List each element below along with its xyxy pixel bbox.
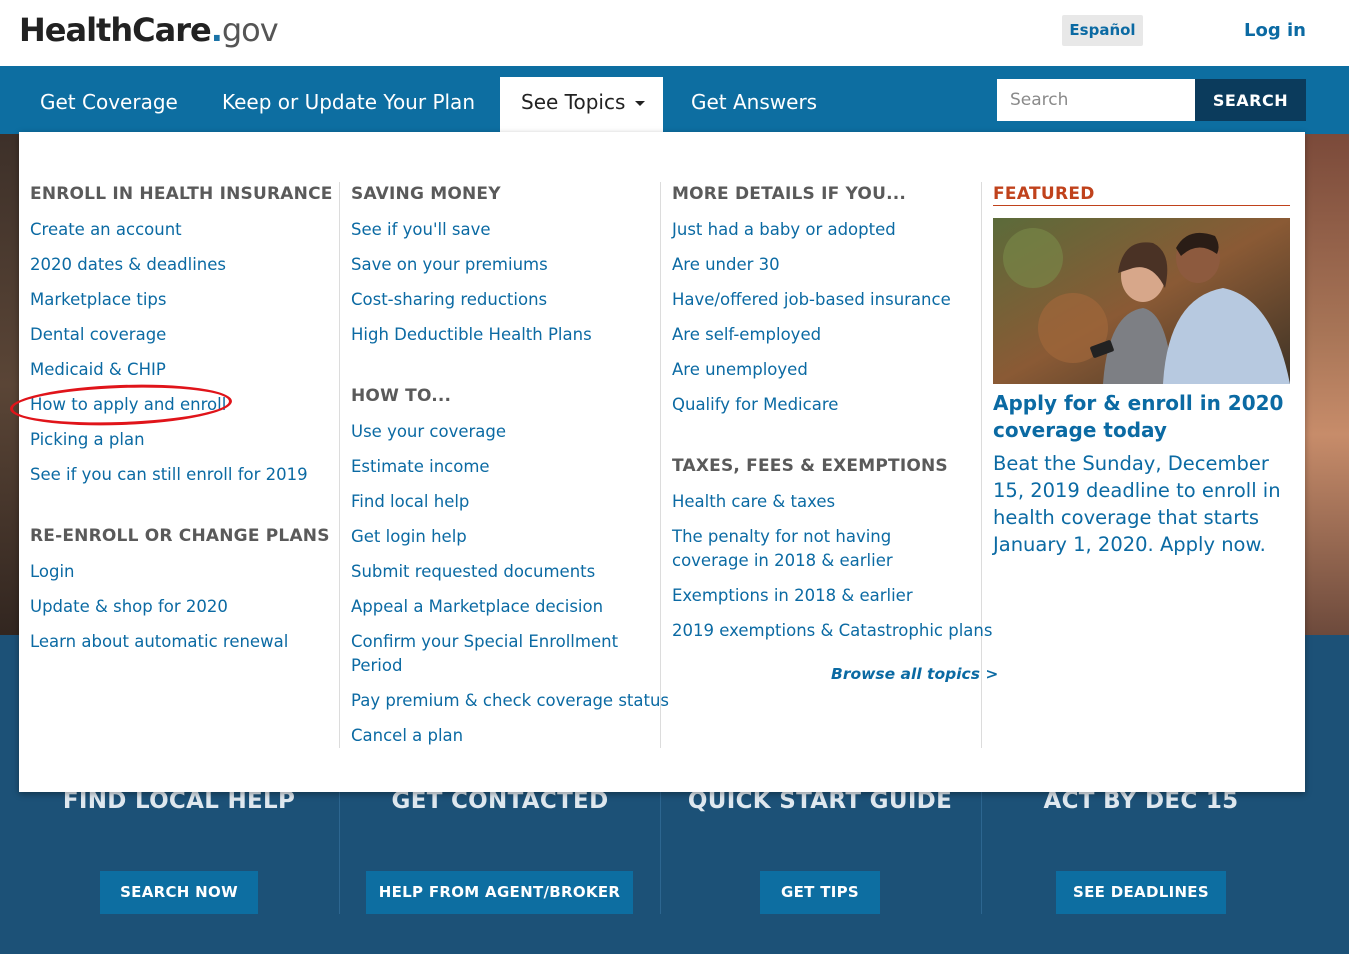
topics-mega-menu: ENROLL IN HEALTH INSURANCE Create an acc… [19,132,1305,792]
heading-taxes-fees-exemptions: TAXES, FEES & EXEMPTIONS [672,456,948,476]
link-qualify-medicare[interactable]: Qualify for Medicare [672,393,838,417]
site-header: HealthCare.gov Español Log in [0,0,1349,66]
link-under-30[interactable]: Are under 30 [672,253,780,277]
link-appeal-decision[interactable]: Appeal a Marketplace decision [351,595,603,619]
heading-enroll-in-health-insurance: ENROLL IN HEALTH INSURANCE [30,184,333,204]
link-cost-sharing-reductions[interactable]: Cost-sharing reductions [351,288,547,312]
get-tips-button[interactable]: GET TIPS [760,871,880,914]
hero-left-edge [0,134,19,635]
link-medicaid-chip[interactable]: Medicaid & CHIP [30,358,166,382]
link-automatic-renewal[interactable]: Learn about automatic renewal [30,630,288,654]
search-button[interactable]: SEARCH [1195,79,1306,121]
link-see-if-youll-save[interactable]: See if you'll save [351,218,491,242]
link-2020-dates-deadlines[interactable]: 2020 dates & deadlines [30,253,226,277]
link-2019-exemptions-catastrophic[interactable]: 2019 exemptions & Catastrophic plans [672,619,992,643]
link-high-deductible-plans[interactable]: High Deductible Health Plans [351,323,592,347]
featured-body-text: Beat the Sunday, December 15, 2019 deadl… [993,452,1281,556]
featured-photo[interactable] [993,218,1290,384]
menu-column-divider [660,182,661,748]
link-login[interactable]: Login [30,560,75,584]
link-use-your-coverage[interactable]: Use your coverage [351,420,506,444]
search-input[interactable] [997,79,1195,121]
link-health-care-taxes[interactable]: Health care & taxes [672,490,835,514]
link-update-shop-2020[interactable]: Update & shop for 2020 [30,595,228,619]
featured-heading: FEATURED [993,184,1095,204]
link-job-based-insurance[interactable]: Have/offered job-based insurance [672,288,951,312]
heading-saving-money: SAVING MONEY [351,184,501,204]
logo-gov-text: gov [221,11,279,49]
see-deadlines-button[interactable]: SEE DEADLINES [1056,871,1226,914]
link-marketplace-tips[interactable]: Marketplace tips [30,288,166,312]
nav-get-answers[interactable]: Get Answers [691,66,817,134]
hero-right-edge [1305,134,1349,635]
browse-all-topics-link[interactable]: Browse all topics > [831,665,998,683]
nav-see-topics[interactable]: See Topics [500,77,663,134]
link-see-if-you-can-still-enroll-2019[interactable]: See if you can still enroll for 2019 [30,463,308,487]
link-submit-documents[interactable]: Submit requested documents [351,560,595,584]
link-estimate-income[interactable]: Estimate income [351,455,490,479]
nav-keep-or-update-plan[interactable]: Keep or Update Your Plan [222,66,475,134]
menu-column-divider [981,182,982,748]
link-pay-premium[interactable]: Pay premium & check coverage status [351,689,669,713]
menu-column-divider [339,182,340,748]
heading-more-details-if-you: MORE DETAILS IF YOU... [672,184,907,204]
link-picking-a-plan[interactable]: Picking a plan [30,428,145,452]
link-unemployed[interactable]: Are unemployed [672,358,808,382]
link-create-account[interactable]: Create an account [30,218,182,242]
logo-dot-text: . [210,11,223,49]
nav-get-coverage[interactable]: Get Coverage [40,66,178,134]
featured-divider [993,205,1290,206]
heading-how-to: HOW TO... [351,386,452,406]
main-navbar: Get Coverage Keep or Update Your Plan Se… [0,66,1349,134]
link-dental-coverage[interactable]: Dental coverage [30,323,166,347]
nav-see-topics-label: See Topics [521,90,626,114]
login-link[interactable]: Log in [1244,20,1306,41]
espanol-button[interactable]: Español [1062,15,1143,46]
link-self-employed[interactable]: Are self-employed [672,323,821,347]
featured-title-link[interactable]: Apply for & enroll in 2020 coverage toda… [993,390,1290,444]
link-had-baby-or-adopted[interactable]: Just had a baby or adopted [672,218,896,242]
healthcare-gov-logo[interactable]: HealthCare.gov [19,10,279,50]
logo-healthcare-text: HealthCare [19,11,212,49]
link-save-on-premiums[interactable]: Save on your premiums [351,253,548,277]
caret-down-icon [635,101,646,106]
link-cancel-plan[interactable]: Cancel a plan [351,724,463,748]
link-confirm-special-enrollment[interactable]: Confirm your Special Enrollment Period [351,630,631,678]
search-now-button[interactable]: SEARCH NOW [100,871,258,914]
link-find-local-help[interactable]: Find local help [351,490,469,514]
link-penalty-no-coverage[interactable]: The penalty for not having coverage in 2… [672,525,972,573]
heading-re-enroll-or-change-plans: RE-ENROLL OR CHANGE PLANS [30,526,330,546]
link-exemptions-2018[interactable]: Exemptions in 2018 & earlier [672,584,913,608]
help-from-agent-broker-button[interactable]: HELP FROM AGENT/BROKER [366,871,633,914]
link-get-login-help[interactable]: Get login help [351,525,467,549]
couple-photo-image [993,218,1290,384]
